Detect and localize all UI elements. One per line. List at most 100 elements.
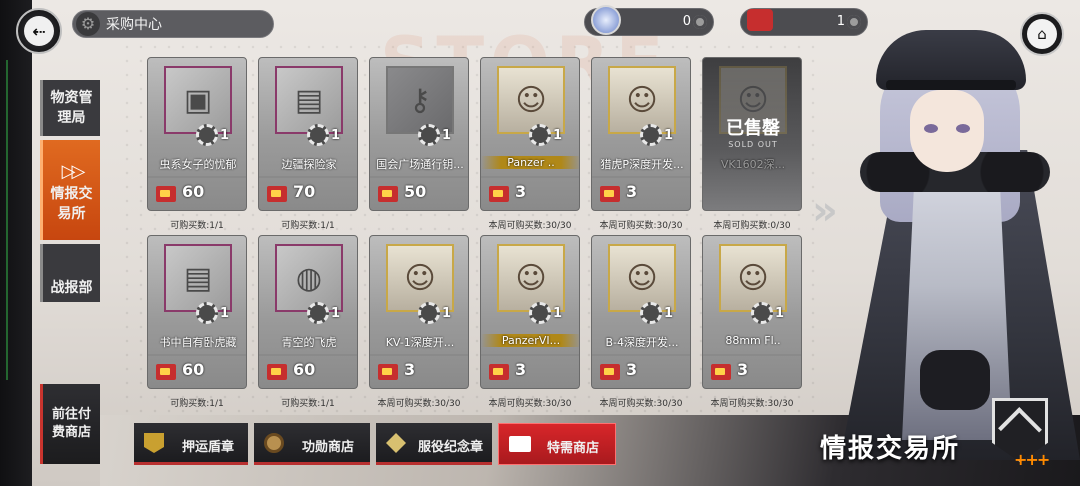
item-quantity: 1	[331, 306, 341, 321]
nav-item-war-report[interactable]: 战报部	[40, 244, 100, 302]
product-name: 国会广场通行钥...	[376, 158, 464, 171]
product-price: 3	[626, 360, 638, 379]
character-eye	[924, 124, 938, 133]
product-card[interactable]: ☺ 1 88mm Fl.. 3	[702, 235, 802, 389]
divider	[370, 176, 468, 178]
product-name: Panzer ..	[481, 156, 579, 169]
product-name: KV-1深度开...	[385, 336, 455, 349]
purchase-limit: 本周可购买数:30/30	[710, 399, 794, 409]
divider	[148, 176, 246, 178]
tab-merit-store[interactable]: 功勋商店	[254, 423, 370, 465]
gear-icon	[418, 302, 440, 324]
divider	[592, 354, 690, 356]
purchase-limit: 本周可购买数:0/30	[713, 221, 791, 231]
tab-label: 特需商店	[547, 441, 600, 456]
purchase-limit: 可购买数:1/1	[281, 399, 335, 409]
product-card[interactable]: ▤ 1 书中自有卧虎藏 60	[147, 235, 247, 389]
tab-label: 功勋商店	[302, 440, 355, 455]
gear-icon	[529, 124, 551, 146]
back-arrow-icon: ⇠	[24, 16, 54, 46]
portrait-icon: ☺	[497, 244, 565, 312]
purchase-limit: 本周可购买数:30/30	[599, 221, 683, 231]
product-card[interactable]: ◍ 1 青空的飞虎 60	[258, 235, 358, 389]
tab-escort-badge[interactable]: 押运盾章	[134, 423, 248, 465]
capsule-icon: ◍	[275, 244, 343, 312]
item-quantity: 1	[664, 128, 674, 143]
item-quantity: 1	[331, 128, 341, 143]
product-price: 3	[404, 360, 416, 379]
gear-icon	[418, 124, 440, 146]
divider	[481, 176, 579, 178]
product-name: 猎虎P深度开发...	[600, 158, 684, 171]
star-badge-icon	[386, 433, 406, 453]
page-title: 采购中心	[106, 17, 162, 33]
nav-item-supply[interactable]: 物资管理局	[40, 80, 100, 136]
product-card[interactable]: ☺ 1 猎虎P深度开发... 3	[591, 57, 691, 211]
currency-gem[interactable]: 0	[584, 5, 714, 36]
character-gloves	[920, 350, 990, 410]
product-price: 60	[182, 182, 205, 201]
product-name: 青空的飞虎	[281, 336, 337, 349]
gear-icon: ⚙	[76, 12, 100, 36]
product-name: B-4深度开发...	[605, 336, 679, 349]
ticket-icon	[156, 186, 176, 202]
gear-icon	[307, 302, 329, 324]
tab-label: 服役纪念章	[418, 440, 484, 455]
product-name: VK1602深...	[720, 158, 786, 171]
sold-out-sublabel: SOLD OUT	[728, 140, 778, 149]
ticket-icon	[509, 436, 531, 452]
ticket-icon	[600, 186, 620, 202]
divider	[592, 176, 690, 178]
product-name: PanzerVI...	[481, 334, 579, 347]
item-quantity: 1	[220, 306, 230, 321]
gear-icon	[307, 124, 329, 146]
back-button[interactable]: ⇠	[16, 8, 62, 54]
gem-icon	[591, 5, 621, 35]
product-card[interactable]: ☺ 1 KV-1深度开... 3	[369, 235, 469, 389]
pay-store-label: 前往付费商店	[51, 407, 91, 440]
nav-item-intel[interactable]: ▷▷ 情报交易所	[40, 140, 100, 240]
product-price: 3	[515, 360, 527, 379]
portrait-icon: ☺	[719, 244, 787, 312]
product-card[interactable]: ☺ 1 B-4深度开发... 3	[591, 235, 691, 389]
product-price: 3	[737, 360, 749, 379]
crate-icon: ▣	[164, 66, 232, 134]
purchase-limit: 本周可购买数:30/30	[599, 399, 683, 409]
product-card[interactable]: ▤ 1 边疆探险家 70	[258, 57, 358, 211]
ticket-icon	[378, 364, 398, 380]
divider	[259, 354, 357, 356]
add-gem-icon[interactable]	[693, 15, 707, 29]
product-price: 60	[182, 360, 205, 379]
tab-label: 押运盾章	[182, 440, 235, 455]
store-screen: STORE ⇠ ⚙ 采购中心 0 1 ⌂ 物资管理局 ▷▷ 情报交易所 战报部 …	[0, 0, 1080, 486]
gear-icon	[640, 124, 662, 146]
nav-item-label: 情报交易所	[50, 186, 93, 222]
gear-icon	[196, 124, 218, 146]
sold-out-label: 已售罄	[726, 118, 780, 139]
product-card: ☺ 已售罄 SOLD OUT VK1602深...	[702, 57, 802, 211]
product-price: 50	[404, 182, 427, 201]
divider	[259, 176, 357, 178]
nav-item-label: 战报部	[50, 280, 93, 296]
tab-service-medal[interactable]: 服役纪念章	[376, 423, 492, 465]
shield-badge-icon	[144, 433, 164, 453]
ticket-icon	[378, 186, 398, 202]
product-card[interactable]: ⚷ 1 国会广场通行钥... 50	[369, 57, 469, 211]
product-price: 3	[626, 182, 638, 201]
purchase-limit: 本周可购买数:30/30	[377, 399, 461, 409]
currency-gem-value: 0	[682, 14, 691, 29]
product-card[interactable]: ☺ 1 Panzer .. 3	[480, 57, 580, 211]
medal-icon	[264, 433, 284, 453]
product-card[interactable]: ☺ 1 PanzerVI... 3	[480, 235, 580, 389]
character-eye	[956, 124, 970, 133]
plus-icon: +++	[1014, 450, 1050, 469]
divider	[370, 354, 468, 356]
gear-icon	[529, 302, 551, 324]
tab-special-store[interactable]: 特需商店	[498, 423, 616, 465]
ticket-icon	[267, 364, 287, 380]
purchase-limit: 可购买数:1/1	[170, 221, 224, 231]
ticket-icon	[156, 364, 176, 380]
product-card[interactable]: ▣ 1 虫系女子的忧郁 60	[147, 57, 247, 211]
pay-store-button[interactable]: 前往付费商店	[40, 384, 100, 464]
left-edge-strip	[0, 0, 32, 486]
